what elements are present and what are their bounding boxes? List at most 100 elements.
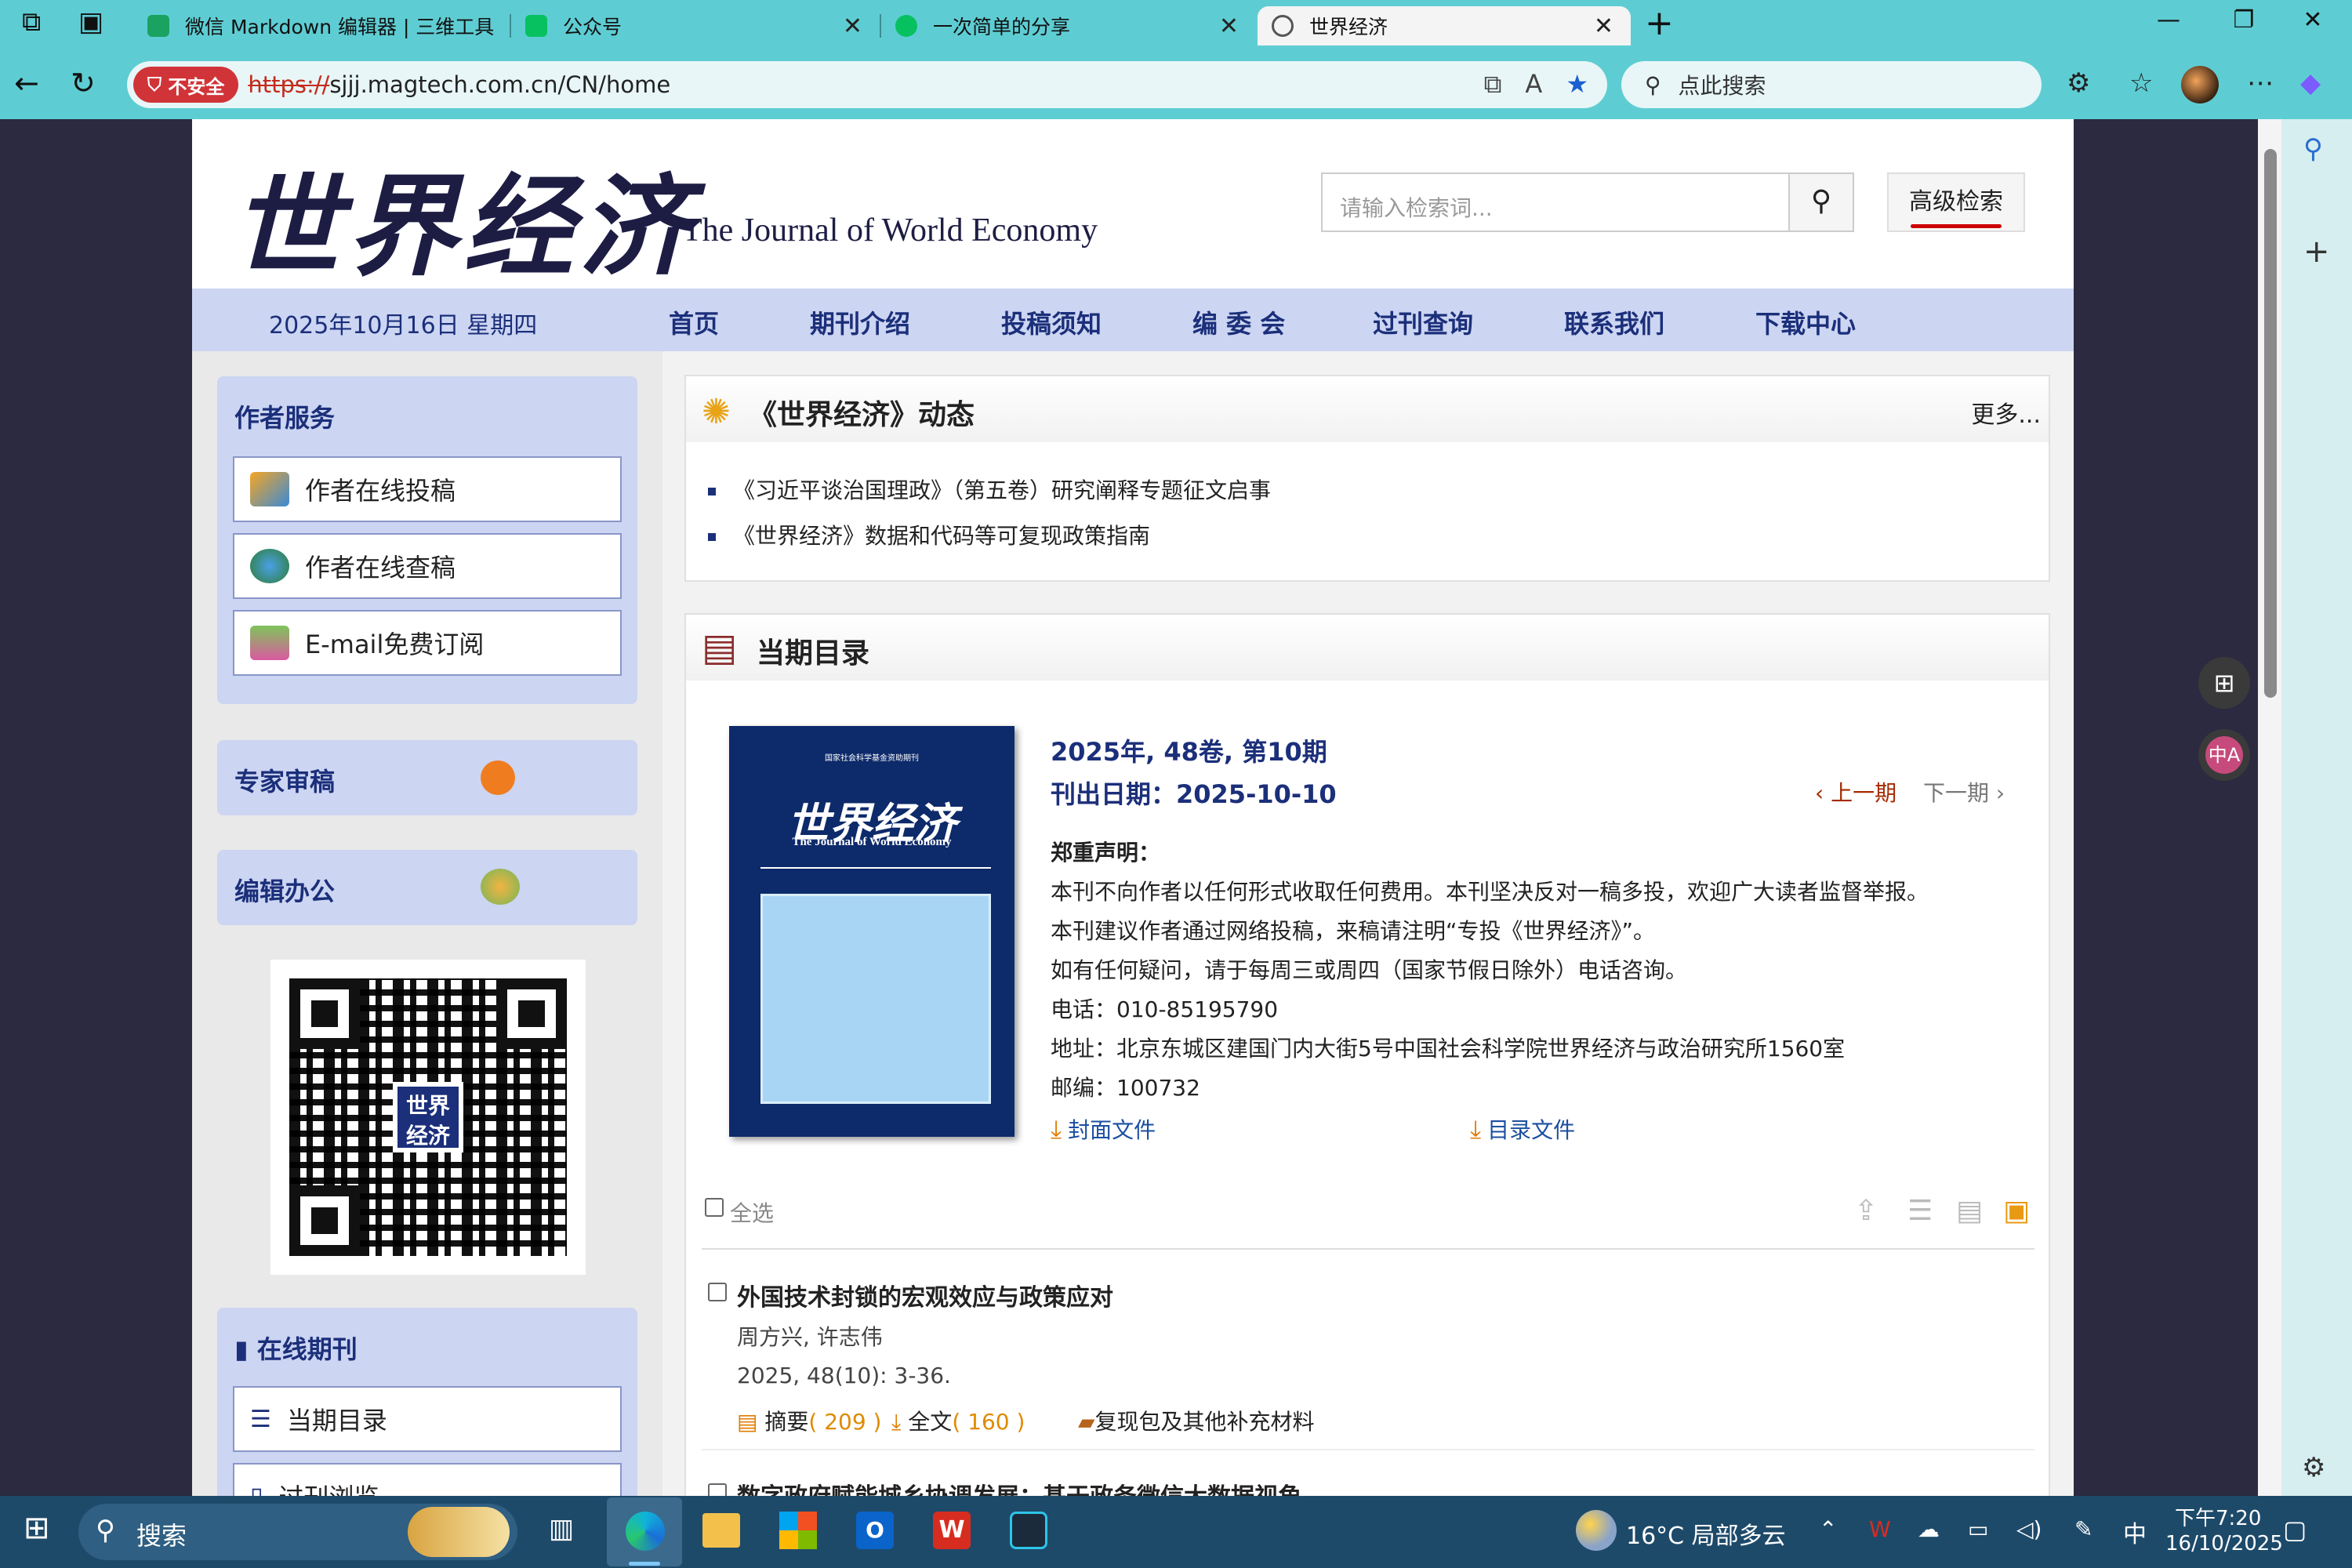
weather-text[interactable]: 16°C 局部多云 (1626, 1516, 1786, 1551)
online-query-button[interactable]: 作者在线查稿 (233, 533, 622, 599)
close-window-icon[interactable]: ✕ (2289, 6, 2336, 34)
editor-office-box[interactable]: 编辑办公 (217, 850, 637, 925)
volume-icon[interactable]: ◁) (2016, 1516, 2042, 1542)
site-search-button[interactable]: ⚲ (1788, 172, 1854, 232)
outlook-icon[interactable]: O (856, 1512, 894, 1549)
article-checkbox[interactable] (708, 1283, 727, 1301)
tab-share[interactable]: 一次简单的分享 ✕ (881, 6, 1256, 45)
menu-downloads[interactable]: 下载中心 (1755, 304, 1856, 340)
notification-icon[interactable]: ▢ (2283, 1515, 2307, 1544)
clock-date[interactable]: 16/10/2025 (2165, 1532, 2283, 1555)
cloud-tray-icon[interactable]: ☁ (1918, 1516, 1940, 1542)
app-icon[interactable] (1010, 1512, 1047, 1549)
site-search-input[interactable]: 请输入检索词... (1321, 172, 1791, 232)
restore-icon[interactable]: ❐ (2220, 6, 2267, 34)
weather-icon[interactable] (1576, 1510, 1617, 1551)
open-in-app-icon[interactable]: ⧉ (1484, 69, 1502, 100)
tab-gongzhonghao[interactable]: 公众号 ✕ (511, 6, 880, 45)
menu-submission-guide[interactable]: 投稿须知 (1001, 304, 1102, 340)
article-checkbox[interactable] (708, 1483, 727, 1496)
close-tab-icon[interactable]: ✕ (843, 13, 862, 40)
export-icon[interactable]: ⇪ (1854, 1195, 1878, 1227)
news-item[interactable]: 《世界经济》数据和代码等可复现政策指南 (708, 519, 1150, 550)
tab-actions-icon[interactable]: ▣ (78, 6, 103, 38)
news-item[interactable]: 《习近平谈治国理政》（第五卷）研究阐释专题征文启事 (708, 474, 1271, 505)
url-text: https://sjjj.magtech.com.cn/CN/home (248, 71, 671, 98)
task-view-icon[interactable]: ▥ (549, 1513, 574, 1544)
expert-review-label: 专家审稿 (234, 767, 336, 797)
abstract-link[interactable]: ▤ 摘要( 209 ) (737, 1405, 881, 1436)
more-menu-icon[interactable]: ⋯ (2247, 67, 2274, 99)
next-issue-link[interactable]: 下一期 › (1923, 776, 2005, 808)
past-issues-button[interactable]: ▯ 过刊浏览 (233, 1463, 622, 1496)
subscribe-icon (250, 626, 289, 660)
wps-tray-icon[interactable]: W (1869, 1516, 1891, 1542)
insecure-badge[interactable]: ⛉ 不安全 (133, 67, 239, 103)
text-view-icon[interactable]: ▤ (1956, 1195, 1983, 1227)
favorites-icon[interactable]: ☆ (2129, 67, 2153, 99)
menu-editorial-board[interactable]: 编 委 会 (1192, 304, 1285, 340)
file-explorer-icon[interactable] (702, 1513, 740, 1548)
online-submission-button[interactable]: 作者在线投稿 (233, 456, 622, 522)
read-aloud-icon[interactable]: A (1525, 69, 1542, 100)
download-icon: ⤓ (1470, 1114, 1482, 1144)
issue-number: 2025年, 48卷, 第10期 (1051, 737, 1327, 767)
ime-indicator[interactable]: 中 (2123, 1515, 2147, 1549)
search-icon[interactable]: ⚲ (2303, 133, 2323, 165)
advanced-search-button[interactable]: 高级检索 (1887, 172, 2025, 232)
windows-start-icon[interactable]: ⊞ (24, 1510, 50, 1546)
workspaces-icon[interactable]: ⧉ (22, 6, 41, 38)
back-icon[interactable]: ← (14, 66, 39, 100)
browser-search-box[interactable]: ⚲ 点此搜索 (1621, 61, 2042, 108)
profile-avatar[interactable] (2181, 66, 2219, 103)
close-tab-icon[interactable]: ✕ (1219, 13, 1239, 40)
new-tab-icon[interactable]: + (1645, 3, 1674, 43)
address-bar[interactable]: ⛉ 不安全 https://sjjj.magtech.com.cn/CN/hom… (127, 61, 1607, 108)
add-icon[interactable]: + (2303, 234, 2330, 270)
editor-office-label: 编辑办公 (234, 877, 336, 906)
menu-contact[interactable]: 联系我们 (1564, 304, 1664, 340)
expert-review-box[interactable]: 专家审稿 (217, 740, 637, 815)
wps-icon[interactable]: W (933, 1512, 971, 1549)
settings-icon[interactable]: ⚙ (2302, 1452, 2325, 1483)
select-all-checkbox[interactable] (705, 1198, 724, 1217)
site-header: 世界经济 The Journal of World Economy 请输入检索词… (192, 119, 2074, 292)
toc-file-link[interactable]: ⤓ 目录文件 (1470, 1113, 1575, 1145)
list-view-icon[interactable]: ☰ (1907, 1195, 1933, 1227)
issue-cover[interactable]: 国家社会科学基金资助期刊 世界经济 The Journal of World E… (729, 726, 1014, 1137)
image-view-icon[interactable]: ▣ (2003, 1195, 2030, 1227)
tab-markdown-editor[interactable]: 微信 Markdown 编辑器 | 三维工具 (133, 6, 510, 45)
qr-float-icon[interactable]: ⊞ (2198, 657, 2250, 709)
extensions-icon[interactable]: ⚙ (2067, 67, 2090, 99)
article-title[interactable]: 外国技术封锁的宏观效应与政策应对 (737, 1278, 1113, 1312)
scrollbar-thumb[interactable] (2264, 149, 2277, 698)
favorite-star-icon[interactable]: ★ (1566, 69, 1588, 100)
edge-taskbar-item[interactable] (607, 1497, 682, 1566)
statement-line: 本刊建议作者通过网络投稿，来稿请注明“专投《世界经济》”。 (1051, 918, 1656, 944)
close-tab-icon[interactable]: ✕ (1594, 13, 1613, 40)
cover-file-link[interactable]: ⤓ 封面文件 (1051, 1113, 1156, 1145)
article-title[interactable]: 数字政府赋能城乡协调发展：基于政务微信大数据视角 (737, 1477, 1301, 1496)
email-subscribe-button[interactable]: E-mail免费订阅 (233, 610, 622, 676)
taskbar-search[interactable]: ⚲ 搜索 (78, 1504, 517, 1560)
battery-icon[interactable]: ▭ (1968, 1516, 1988, 1542)
store-icon[interactable] (779, 1512, 817, 1549)
menu-past-issues[interactable]: 过刊查询 (1373, 304, 1473, 340)
news-more-link[interactable]: 更多... (1971, 395, 2041, 430)
copilot-icon[interactable]: ◆ (2300, 67, 2321, 99)
pen-tray-icon[interactable]: ✎ (2074, 1516, 2092, 1542)
clock-time[interactable]: 下午7:20 (2175, 1502, 2261, 1531)
tray-expand-icon[interactable]: ⌃ (1819, 1516, 1837, 1542)
supplement-link[interactable]: ▰复现包及其他补充材料 (1078, 1405, 1315, 1436)
tab-world-economy[interactable]: 世界经济 ✕ (1258, 6, 1631, 45)
menu-journal-intro[interactable]: 期刊介绍 (810, 304, 910, 340)
current-toc-button[interactable]: ☰ 当期目录 (233, 1386, 622, 1452)
menu-home[interactable]: 首页 (669, 304, 719, 340)
translate-float-icon[interactable]: 中A (2198, 729, 2250, 781)
minimize-icon[interactable]: — (2145, 6, 2192, 34)
site-logo[interactable]: 世界经济 (231, 139, 695, 297)
statement-title: 郑重声明： (1051, 840, 1161, 866)
refresh-icon[interactable]: ↻ (71, 66, 96, 100)
prev-issue-link[interactable]: ‹ 上一期 (1815, 776, 1896, 808)
fulltext-link[interactable]: ⤓ 全文( 160 ) (891, 1405, 1025, 1436)
